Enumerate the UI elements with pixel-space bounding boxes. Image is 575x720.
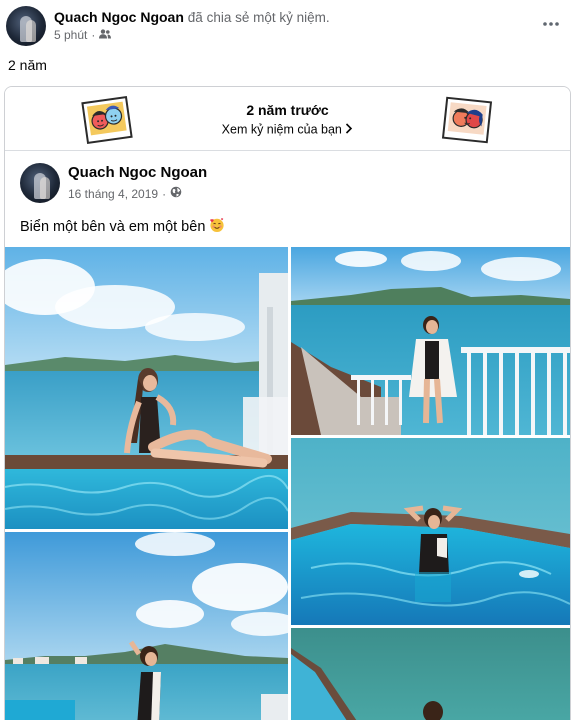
avatar-figure-2 <box>26 20 36 42</box>
author-line: Quach Ngoc Ngoan đã chia sẻ một kỷ niệm. <box>54 9 330 25</box>
post-meta: 5 phút · <box>54 28 112 42</box>
photo-1[interactable] <box>5 247 288 529</box>
photo-3[interactable] <box>291 438 570 625</box>
memory-card: 2 năm trước Xem kỷ niệm của bạn Quach Ng… <box>4 86 571 720</box>
post-time[interactable]: 5 phút <box>54 28 87 42</box>
meta-separator: · <box>91 28 96 42</box>
post-caption: 2 năm <box>8 57 47 73</box>
author-name[interactable]: Quach Ngoc Ngoan <box>54 9 184 25</box>
original-post: Quach Ngoc Ngoan 16 tháng 4, 2019 · Biển… <box>5 151 570 720</box>
original-post-message: Biển một bên và em một bên <box>20 219 206 235</box>
avatar-figure-2 <box>40 177 50 199</box>
chevron-right-icon <box>345 123 353 137</box>
original-author-avatar[interactable] <box>20 163 60 203</box>
post-header: Quach Ngoc Ngoan đã chia sẻ một kỷ niệm.… <box>0 0 575 52</box>
photo-5[interactable] <box>291 628 570 720</box>
globe-icon[interactable] <box>170 186 182 201</box>
more-options-icon[interactable] <box>541 14 561 34</box>
friends-icon[interactable] <box>99 28 112 42</box>
meta-separator: · <box>162 186 167 201</box>
original-post-date[interactable]: 16 tháng 4, 2019 <box>68 187 158 201</box>
author-avatar[interactable] <box>6 6 46 46</box>
share-action-text: đã chia sẻ một kỷ niệm. <box>187 10 330 25</box>
memory-banner: 2 năm trước Xem kỷ niệm của bạn <box>5 87 570 151</box>
photo-4[interactable] <box>5 532 288 720</box>
smiling-hearts-emoji-icon <box>209 217 225 237</box>
original-post-text: Biển một bên và em một bên <box>20 217 225 237</box>
original-author-name[interactable]: Quach Ngoc Ngoan <box>68 164 207 181</box>
view-memories-label: Xem kỷ niệm của bạn <box>221 122 342 137</box>
original-post-meta: 16 tháng 4, 2019 · <box>68 186 182 201</box>
photo-2[interactable] <box>291 247 570 435</box>
couple-sticker-icon <box>439 95 495 145</box>
